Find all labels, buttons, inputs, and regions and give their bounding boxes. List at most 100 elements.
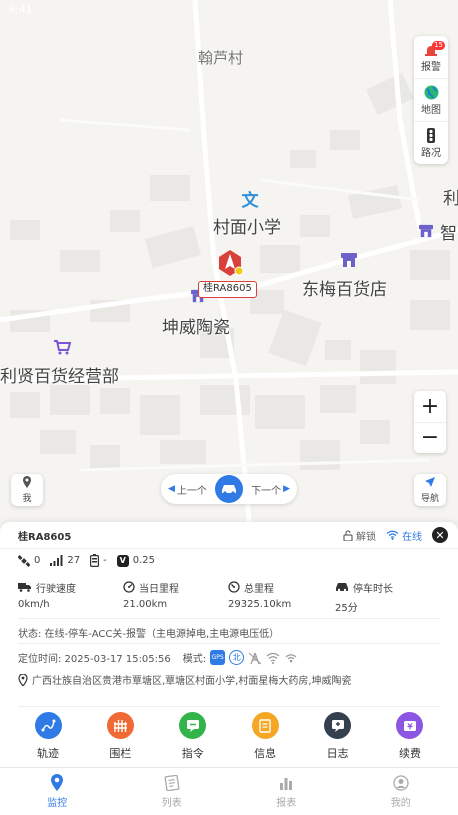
status-bar-time: 9:41 <box>8 3 33 16</box>
action-label: 指令 <box>181 747 204 760</box>
traffic-light-icon <box>426 128 436 144</box>
stat-value: 25分 <box>335 603 358 614</box>
satellite-icon <box>18 554 30 567</box>
location-pin-icon <box>22 476 32 491</box>
navigation-label: 导航 <box>420 494 439 504</box>
car-center-button[interactable] <box>215 475 243 503</box>
log-button[interactable]: 日志 <box>308 712 368 761</box>
poi-label[interactable]: 利贤百货经营部 <box>0 362 119 387</box>
unlock-button[interactable]: 解锁 <box>343 528 376 543</box>
map-view[interactable]: 9:41 翰芦村 文 村面小学 东梅百货店 坤威陶瓷 利贤百货经营部 智 利 桂… <box>0 0 458 530</box>
tab-label: 报表 <box>276 797 297 809</box>
track-icon <box>34 712 62 739</box>
shop-icon <box>416 221 436 241</box>
traffic-button[interactable]: 路况 <box>414 122 448 164</box>
school-icon: 文 <box>241 190 259 211</box>
log-icon <box>324 712 352 739</box>
poi-label[interactable]: 村面小学 <box>213 213 281 238</box>
stat-label: 当日里程 <box>139 583 179 595</box>
bottom-tab-bar: 监控 列表 报表 我的 <box>0 767 458 815</box>
my-location-label: 我 <box>22 494 32 504</box>
map-side-panel: 15 报警 地图 路况 <box>414 36 448 164</box>
action-label: 围栏 <box>109 747 132 760</box>
action-row: 轨迹 围栏 指令 信息 日志 续费 <box>18 712 440 761</box>
poi-label[interactable]: 东梅百货店 <box>302 275 387 300</box>
signal-bars-icon <box>50 555 63 566</box>
vehicle-info-panel: 桂RA8605 解锁 在线 ✕ 0 27 - V 0.25 行驶速度 0km/h… <box>0 522 458 767</box>
tab-mine[interactable]: 我的 <box>344 768 458 815</box>
stat-label: 总里程 <box>244 583 274 595</box>
car-icon <box>222 485 236 495</box>
navigation-arrow-icon <box>424 476 436 491</box>
map-layer-button[interactable]: 地图 <box>414 79 448 122</box>
address-row: 广西壮族自治区贵港市覃塘区,覃塘区村面小学,村面星梅大药房,坤威陶瓷 <box>18 672 352 687</box>
prev-vehicle-button[interactable]: ◀ 上一个 <box>168 482 207 497</box>
poi-label[interactable]: 利 <box>443 184 458 209</box>
renew-button[interactable]: 续费 <box>380 712 440 761</box>
alarm-button[interactable]: 15 报警 <box>414 36 448 79</box>
close-panel-button[interactable]: ✕ <box>432 527 448 543</box>
renew-icon <box>396 712 424 739</box>
truck-icon <box>18 583 31 592</box>
voltage-icon: V <box>116 554 129 567</box>
battery-icon <box>90 554 100 567</box>
vehicle-switcher: ◀ 上一个 下一个 ▶ <box>161 474 297 504</box>
prev-label: 上一个 <box>176 485 207 497</box>
action-label: 轨迹 <box>37 747 59 760</box>
document-icon <box>251 712 279 739</box>
divider <box>18 706 440 707</box>
triangle-right-icon: ▶ <box>283 484 290 494</box>
shop-icon <box>339 250 359 270</box>
parked-car-icon <box>336 583 348 592</box>
fence-button[interactable]: 围栏 <box>90 712 150 761</box>
action-label: 日志 <box>326 747 349 760</box>
zoom-out-button[interactable]: − <box>414 423 446 454</box>
wifi-icon <box>386 530 399 540</box>
alarm-badge: 15 <box>432 41 445 50</box>
tab-list[interactable]: 列表 <box>115 768 230 815</box>
stat-label: 行驶速度 <box>36 583 76 595</box>
satellite-count: 0 <box>34 555 41 566</box>
location-pin-icon <box>51 774 64 791</box>
my-location-button[interactable]: 我 <box>11 474 43 506</box>
poi-label[interactable]: 坤威陶瓷 <box>162 313 230 338</box>
next-vehicle-button[interactable]: 下一个 ▶ <box>251 482 290 497</box>
location-pin-icon <box>18 673 28 686</box>
stat-total-mileage: 总里程 29325.10km <box>228 580 335 613</box>
stat-value: 0km/h <box>18 599 50 610</box>
vehicle-plate-label[interactable]: 桂RA8605 <box>198 281 257 298</box>
locate-time-row: 定位时间: 2025-03-17 15:05:56 模式: GPS 北 <box>18 650 298 665</box>
voltage-value: 0.25 <box>132 555 155 566</box>
beidou-mode-icon: 北 <box>229 650 245 665</box>
zoom-control: + − <box>414 391 446 453</box>
bar-chart-icon <box>280 777 293 790</box>
alarm-label: 报警 <box>421 61 441 73</box>
track-button[interactable]: 轨迹 <box>18 712 78 761</box>
tab-report[interactable]: 报表 <box>229 768 344 815</box>
base-station-icon <box>248 652 262 664</box>
battery-value: - <box>103 555 107 566</box>
vehicle-marker-icon[interactable] <box>216 249 244 277</box>
gps-mode-icon: GPS <box>210 650 226 665</box>
signal-row: 0 27 - V 0.25 <box>18 554 155 567</box>
traffic-label: 路况 <box>421 147 441 159</box>
signal-wave-icon <box>285 653 297 662</box>
tab-monitor[interactable]: 监控 <box>0 768 115 815</box>
vehicle-plate: 桂RA8605 <box>18 531 72 543</box>
navigation-button[interactable]: 导航 <box>414 474 446 506</box>
command-button[interactable]: 指令 <box>163 712 223 761</box>
online-label: 在线 <box>402 531 422 543</box>
zoom-in-button[interactable]: + <box>414 391 446 423</box>
command-icon <box>179 712 207 739</box>
globe-icon <box>424 85 439 101</box>
stat-value: 29325.10km <box>228 599 292 610</box>
tab-label: 列表 <box>161 797 182 809</box>
stat-speed: 行驶速度 0km/h <box>18 580 123 613</box>
poi-label[interactable]: 翰芦村 <box>198 47 243 68</box>
fence-icon <box>106 712 134 739</box>
poi-label[interactable]: 智 <box>440 219 457 244</box>
info-button[interactable]: 信息 <box>235 712 295 761</box>
gsm-signal: 27 <box>67 555 81 566</box>
shopping-cart-icon <box>52 337 72 357</box>
online-status: 在线 <box>386 528 422 543</box>
